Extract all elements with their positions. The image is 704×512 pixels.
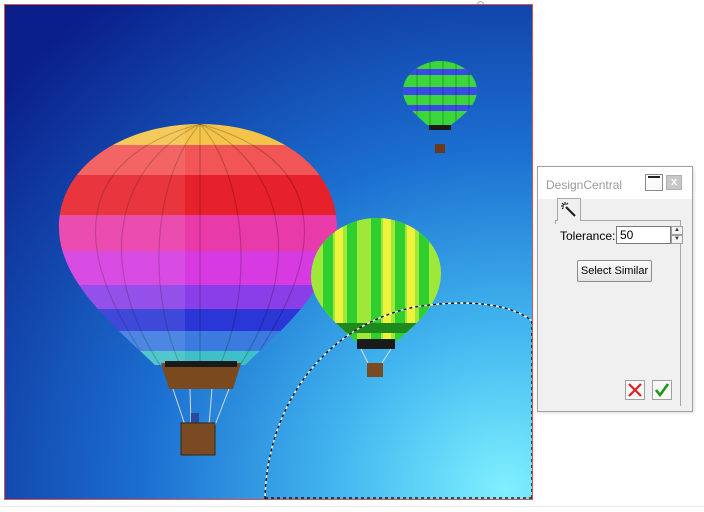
status-divider xyxy=(0,506,704,507)
tab-magic-wand[interactable] xyxy=(557,198,581,221)
select-similar-button[interactable]: Select Similar xyxy=(577,260,652,282)
tolerance-spin-up[interactable]: ▲ xyxy=(671,226,683,235)
balloon-image xyxy=(5,5,532,499)
x-mark-icon xyxy=(628,383,642,397)
checkmark-icon xyxy=(654,383,670,398)
cancel-button[interactable] xyxy=(625,380,645,400)
panel-title: DesignCentral xyxy=(546,178,623,192)
minimize-icon xyxy=(648,176,660,178)
tolerance-input[interactable] xyxy=(616,226,671,244)
minimize-button[interactable] xyxy=(645,174,663,191)
tolerance-spin-down[interactable]: ▼ xyxy=(671,235,683,244)
close-button[interactable]: x xyxy=(666,175,682,190)
tab-page xyxy=(555,220,681,406)
magic-wand-icon xyxy=(561,202,576,217)
panel-titlebar[interactable]: DesignCentral x xyxy=(538,167,692,199)
tolerance-label: Tolerance: xyxy=(560,229,616,243)
image-canvas[interactable] xyxy=(4,4,533,500)
ok-button[interactable] xyxy=(652,380,672,400)
designcentral-panel: DesignCentral x Tolerance: ▲ ▼ Select Si… xyxy=(537,166,693,412)
